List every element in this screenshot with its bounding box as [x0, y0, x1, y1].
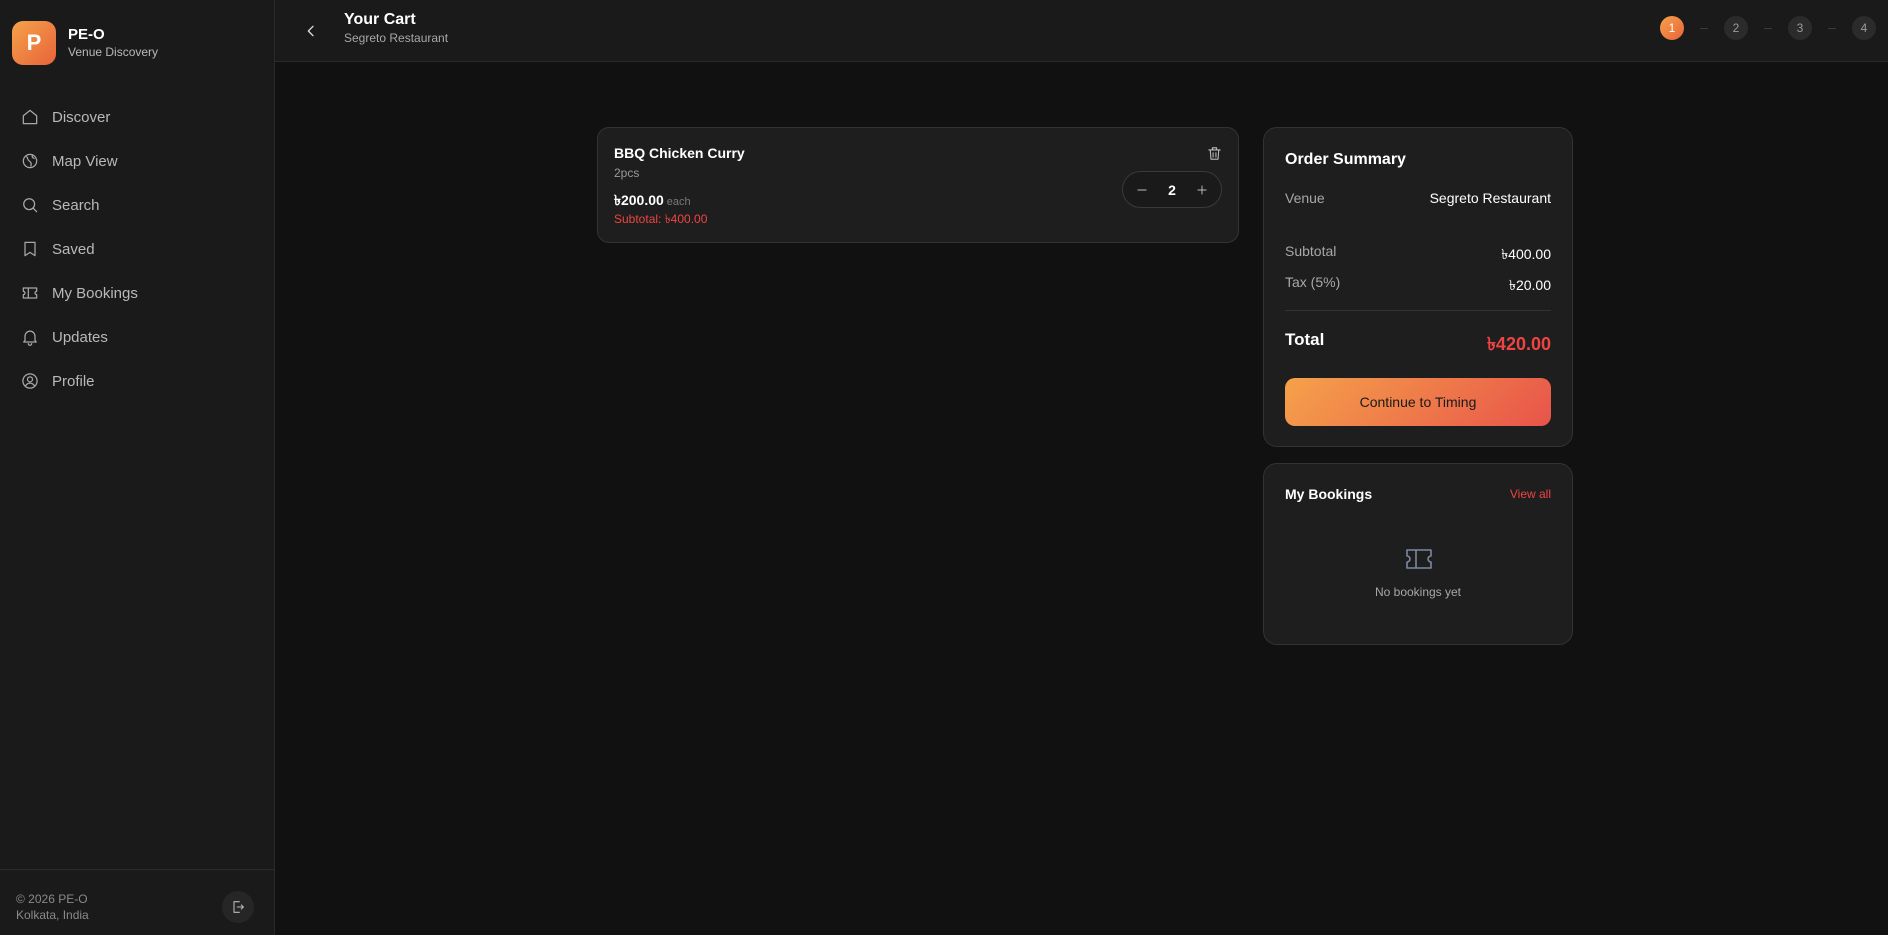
user-icon: [20, 371, 40, 391]
sidebar-item-label: Updates: [52, 328, 108, 346]
ticket-icon: [1404, 546, 1434, 572]
brand-subtitle: Venue Discovery: [68, 45, 159, 59]
increase-quantity-button[interactable]: [1193, 181, 1211, 199]
sidebar-item-saved[interactable]: Saved: [8, 227, 266, 271]
top-header: Your Cart Segreto Restaurant 1 2 3 4: [275, 0, 1888, 62]
brand-logo: P: [12, 21, 56, 65]
total-value: ৳420.00: [1486, 334, 1551, 354]
order-summary: Order Summary Venue Segreto Restaurant S…: [1263, 127, 1573, 447]
logout-icon: [233, 901, 244, 913]
sidebar-item-my-bookings[interactable]: My Bookings: [8, 271, 266, 315]
total-row: Total ৳420.00: [1285, 330, 1551, 361]
location-text: Kolkata, India: [16, 908, 89, 922]
back-button[interactable]: [297, 17, 325, 45]
step-4: 4: [1852, 16, 1876, 40]
brand-name: PE-O: [68, 26, 105, 43]
map-icon: [20, 151, 40, 171]
logout-button[interactable]: [222, 891, 254, 923]
sidebar-item-search[interactable]: Search: [8, 183, 266, 227]
progress-steps: 1 2 3 4: [1660, 16, 1876, 40]
subtotal-value: ৳400.00: [1501, 246, 1551, 262]
step-connector: [1828, 27, 1836, 29]
footer-text: © 2026 PE-O Kolkata, India: [16, 891, 89, 923]
no-bookings-text: No bookings yet: [1374, 585, 1462, 599]
sidebar-item-label: Map View: [52, 152, 118, 170]
item-variant: 2pcs: [614, 166, 640, 180]
sidebar-item-label: Discover: [52, 108, 111, 126]
page-subtitle: Segreto Restaurant: [344, 31, 449, 45]
step-1: 1: [1660, 16, 1684, 40]
chevron-left-icon: [307, 25, 314, 37]
venue-value: Segreto Restaurant: [1429, 190, 1551, 206]
sidebar-item-label: Search: [52, 196, 100, 214]
venue-row: Venue Segreto Restaurant: [1285, 190, 1551, 206]
sidebar-item-label: Saved: [52, 240, 95, 258]
my-bookings-title: My Bookings: [1285, 486, 1373, 502]
step-connector: [1700, 27, 1708, 29]
brand[interactable]: P PE-O Venue Discovery: [12, 21, 158, 65]
bell-icon: [20, 327, 40, 347]
item-subtotal: Subtotal: ৳400.00: [614, 212, 708, 226]
sidebar-nav: Discover Map View Search Saved My Bookin…: [8, 95, 266, 403]
sidebar-item-profile[interactable]: Profile: [8, 359, 266, 403]
copyright-text: © 2026 PE-O: [16, 892, 88, 906]
item-name: BBQ Chicken Curry: [614, 145, 745, 161]
subtotal-label: Subtotal: [1285, 243, 1337, 259]
item-each-label: each: [666, 196, 691, 208]
sidebar-item-label: Profile: [52, 372, 95, 390]
quantity-value: 2: [1168, 181, 1176, 198]
item-price-row: ৳200.00 each: [614, 189, 691, 213]
brand-text: PE-O Venue Discovery: [68, 26, 158, 60]
continue-to-timing-button[interactable]: Continue to Timing: [1285, 378, 1551, 426]
delete-item-button[interactable]: [1204, 143, 1224, 163]
sidebar-item-discover[interactable]: Discover: [8, 95, 266, 139]
item-price: ৳200.00: [614, 192, 664, 208]
my-bookings-card: My Bookings View all No bookings yet: [1263, 463, 1573, 645]
total-label: Total: [1285, 330, 1325, 349]
summary-divider: [1285, 310, 1551, 311]
order-summary-title: Order Summary: [1285, 151, 1406, 168]
quantity-stepper: 2: [1122, 171, 1222, 208]
sidebar-item-map-view[interactable]: Map View: [8, 139, 266, 183]
home-icon: [20, 107, 40, 127]
search-icon: [20, 195, 40, 215]
plus-icon: [1197, 184, 1207, 195]
step-3: 3: [1788, 16, 1812, 40]
view-all-link[interactable]: View all: [1510, 487, 1551, 501]
tax-row: Tax (5%) ৳20.00: [1285, 274, 1551, 298]
venue-label: Venue: [1285, 190, 1325, 206]
decrease-quantity-button[interactable]: [1133, 181, 1151, 199]
sidebar-footer: © 2026 PE-O Kolkata, India: [0, 869, 274, 935]
sidebar-item-label: My Bookings: [52, 284, 138, 302]
trash-icon: [1207, 146, 1221, 160]
sidebar-item-updates[interactable]: Updates: [8, 315, 266, 359]
ticket-icon: [20, 283, 40, 303]
tax-label: Tax (5%): [1285, 274, 1341, 290]
cart-item: BBQ Chicken Curry 2pcs ৳200.00 each Subto…: [597, 127, 1239, 243]
page-title: Your Cart: [344, 11, 416, 28]
minus-icon: [1137, 189, 1147, 190]
step-2: 2: [1724, 16, 1748, 40]
sidebar: P PE-O Venue Discovery Discover Map View: [0, 0, 275, 935]
app-root: P PE-O Venue Discovery Discover Map View: [0, 0, 1888, 935]
subtotal-row: Subtotal ৳400.00: [1285, 243, 1551, 267]
step-connector: [1764, 27, 1772, 29]
tax-value: ৳20.00: [1508, 277, 1551, 293]
bookmark-icon: [20, 239, 40, 259]
